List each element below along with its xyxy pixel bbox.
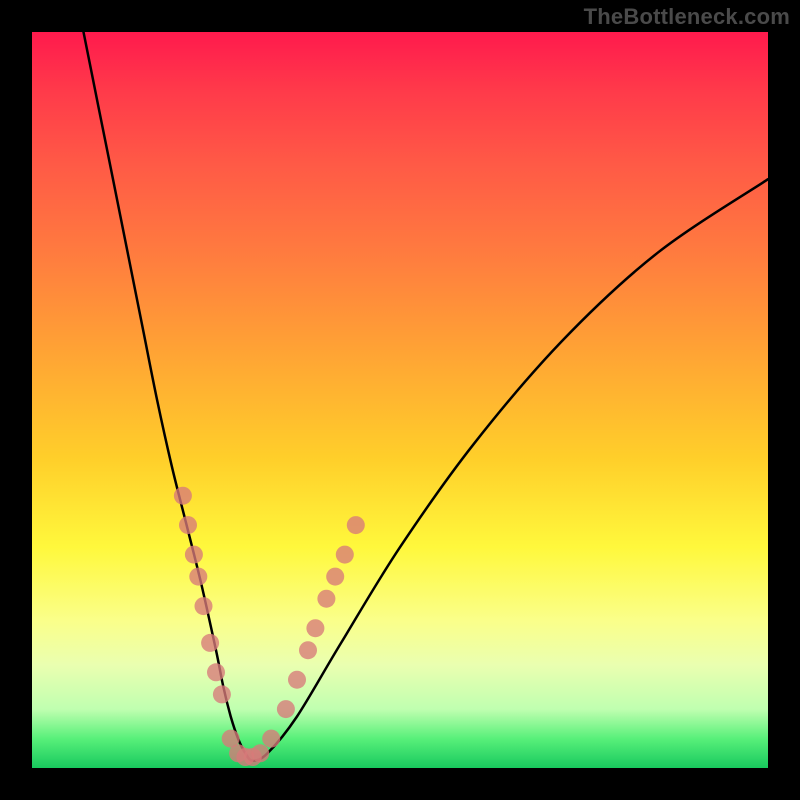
data-marker (326, 568, 344, 586)
data-marker (347, 516, 365, 534)
data-marker (251, 744, 269, 762)
data-marker (317, 590, 335, 608)
plot-area (32, 32, 768, 768)
marker-group (174, 487, 365, 766)
data-marker (277, 700, 295, 718)
watermark-text: TheBottleneck.com (584, 4, 790, 30)
data-marker (262, 730, 280, 748)
chart-frame: TheBottleneck.com (0, 0, 800, 800)
data-marker (201, 634, 219, 652)
data-marker (336, 546, 354, 564)
data-marker (195, 597, 213, 615)
data-marker (174, 487, 192, 505)
data-marker (213, 685, 231, 703)
data-marker (207, 663, 225, 681)
data-marker (299, 641, 317, 659)
data-marker (288, 671, 306, 689)
data-marker (189, 568, 207, 586)
data-marker (306, 619, 324, 637)
data-marker (185, 546, 203, 564)
bottleneck-chart-svg (32, 32, 768, 768)
data-marker (179, 516, 197, 534)
bottleneck-curve (84, 32, 769, 761)
